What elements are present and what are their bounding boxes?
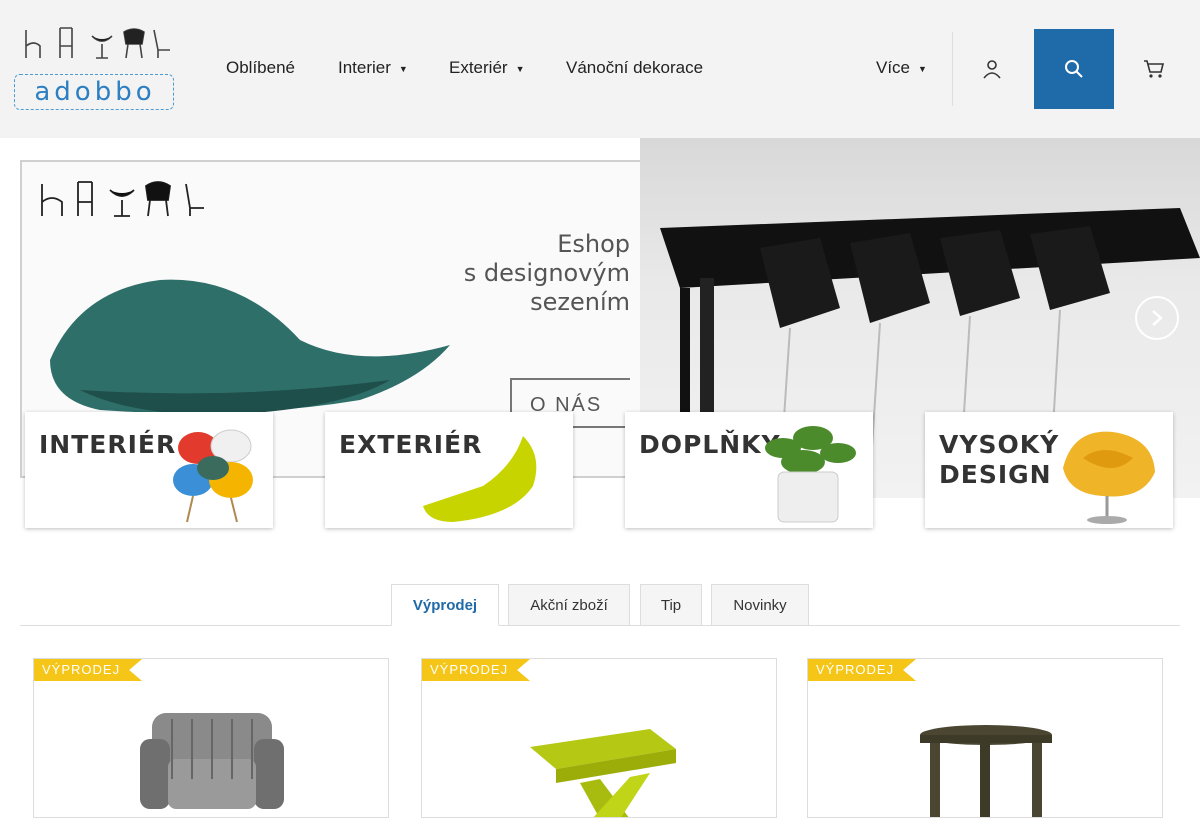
side-table-image <box>422 689 776 817</box>
site-logo[interactable]: adobbo <box>12 24 177 116</box>
armchair-image <box>34 689 388 817</box>
user-button[interactable] <box>952 29 1032 109</box>
category-doplnky[interactable]: DOPLŇKY <box>625 412 873 528</box>
site-header: adobbo Oblíbené Interier ▼ Exteriér ▼ Váno… <box>0 0 1200 138</box>
cart-button[interactable] <box>1114 29 1194 109</box>
chairs-logo-icon <box>25 27 170 59</box>
sale-badge: VÝPRODEJ <box>422 659 531 681</box>
slider-next-button[interactable] <box>1135 296 1179 340</box>
category-label: VYSOKÝ DESIGN <box>939 430 1060 489</box>
nav-label: Exteriér <box>449 58 508 77</box>
armchair-illustration <box>140 713 284 809</box>
tab-novinky[interactable]: Novinky <box>711 584 809 626</box>
stool-image <box>808 689 1162 817</box>
sofa-image <box>50 279 450 415</box>
cart-icon <box>1144 60 1165 78</box>
product-card[interactable]: VÝPRODEJ <box>807 658 1163 818</box>
nav-vanocni-dekorace[interactable]: Vánoční dekorace <box>566 58 703 78</box>
logo-text: adobbo <box>34 77 156 107</box>
chevron-down-icon: ▼ <box>398 64 408 74</box>
sale-badge: VÝPRODEJ <box>34 659 143 681</box>
category-label: DOPLŇKY <box>639 430 781 459</box>
user-icon <box>983 60 1001 79</box>
nav-exterier[interactable]: Exteriér ▼ <box>449 58 525 78</box>
nav-vice[interactable]: Více ▼ <box>876 58 927 78</box>
product-card[interactable]: VÝPRODEJ <box>33 658 389 818</box>
flower-chair-image <box>1063 431 1155 524</box>
stool-illustration <box>920 725 1052 817</box>
category-exterier[interactable]: EXTERIÉR <box>325 412 573 528</box>
category-vysoky-design[interactable]: VYSOKÝ DESIGN <box>925 412 1173 528</box>
search-button[interactable] <box>1034 29 1114 109</box>
slogan-line: s designovým <box>463 259 630 287</box>
search-icon <box>1065 60 1083 78</box>
nav-label: Více <box>876 58 911 77</box>
chairs-logo-icon <box>41 181 204 217</box>
logo-wordmark: adobbo <box>14 74 174 110</box>
chevron-right-icon <box>1152 310 1163 326</box>
hero-banner: Eshop s designovým sezením O NÁS INTERIÉ… <box>0 138 1200 538</box>
tab-akcni-zbozi[interactable]: Akční zboží <box>508 584 630 626</box>
chevron-down-icon: ▼ <box>918 64 927 74</box>
nav-label: Oblíbené <box>226 58 295 77</box>
chevron-down-icon: ▼ <box>515 64 525 74</box>
banner-slogan: Eshop s designovým sezením <box>430 230 630 317</box>
slogan-line: sezením <box>530 288 630 316</box>
product-card[interactable]: VÝPRODEJ <box>421 658 777 818</box>
sale-badge: VÝPRODEJ <box>808 659 917 681</box>
side-table-illustration <box>530 729 676 817</box>
nav-interier[interactable]: Interier ▼ <box>338 58 408 78</box>
lounge-chair-image <box>423 436 537 522</box>
tab-vyprodej[interactable]: Výprodej <box>391 584 499 626</box>
nav-label: Vánoční dekorace <box>566 58 704 77</box>
nav-label: Interier <box>338 58 391 77</box>
category-interier[interactable]: INTERIÉR <box>25 412 273 528</box>
planter-image <box>765 426 856 523</box>
tab-tip[interactable]: Tip <box>640 584 702 626</box>
slogan-line: Eshop <box>557 230 630 258</box>
category-label: INTERIÉR <box>39 430 177 459</box>
nav-oblibene[interactable]: Oblíbené <box>226 58 295 78</box>
colorful-chairs-image <box>173 429 253 523</box>
